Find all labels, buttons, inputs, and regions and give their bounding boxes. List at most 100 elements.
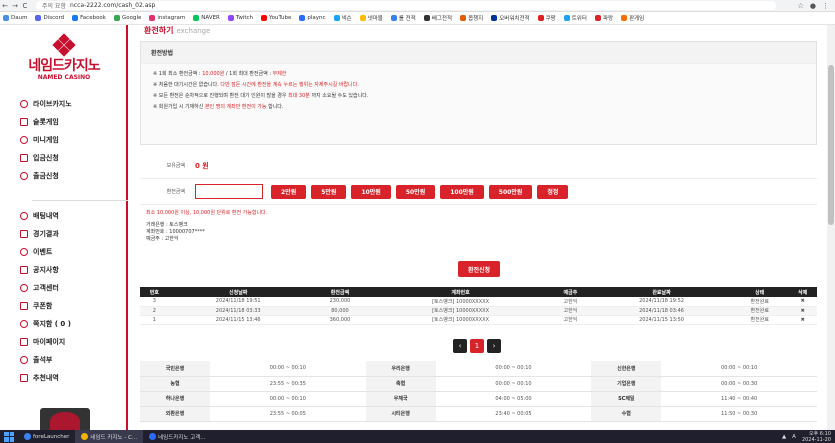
clock-date: 2024-11-20 <box>801 436 831 443</box>
sidebar-item[interactable]: 쪽지함 ( 0 ) <box>0 315 128 333</box>
address-bar[interactable]: 주의 요함 ncca-2222.com/cash_02.asp <box>36 1 776 10</box>
bank-name: 기업은행 <box>591 376 662 392</box>
forward-button[interactable]: → <box>10 2 20 10</box>
maintenance-time: 00:00 ~ 00:10 <box>210 361 366 377</box>
bookmark-item[interactable]: 쿠팡 <box>537 14 556 22</box>
table-cell: 3 <box>140 297 169 307</box>
back-button[interactable]: ← <box>0 2 10 10</box>
amount-chip-button[interactable]: 2만원 <box>271 184 307 199</box>
sidebar-item[interactable]: 슬롯게임 <box>0 113 128 131</box>
star-icon[interactable]: ☆ <box>798 2 804 10</box>
sidebar-item[interactable]: 배팅내역 <box>0 207 128 225</box>
sidebar-item[interactable]: 공지사항 <box>0 261 128 279</box>
page-1-button[interactable]: 1 <box>470 339 484 353</box>
bookmark-item[interactable]: Facebook <box>72 15 106 21</box>
ime-indicator[interactable]: A <box>792 434 796 440</box>
amount-input[interactable] <box>195 184 263 199</box>
promo-banner[interactable] <box>40 408 90 430</box>
bookmark-item[interactable]: 배그전적 <box>423 14 452 22</box>
method-box: 환전방법 ※ 1회 최소 환전금액 : 10,000원 / 1회 최대 환전금액… <box>140 41 817 145</box>
taskbar-app[interactable]: 네임드카지노 고객... <box>143 430 211 443</box>
sidebar-item[interactable]: 경기결과 <box>0 225 128 243</box>
bookmark-item[interactable]: 파랑 <box>594 14 614 22</box>
sidebar-item[interactable]: 고객센터 <box>0 279 128 297</box>
amount-chip-button[interactable]: 500만원 <box>488 184 533 199</box>
balance-label: 보유금액 <box>166 163 185 169</box>
taskbar: foreLauncher 네임드 카지노 - C... 네임드카지노 고객... ▲… <box>0 430 835 443</box>
bookmark-label: Facebook <box>80 15 106 21</box>
notice-text: ※ 1회 최소 환전금액 : <box>153 71 203 77</box>
sidebar-item[interactable]: 라이브카지노 <box>0 95 128 113</box>
sidebar-item-label: 출석부 <box>33 356 53 364</box>
next-page-button[interactable]: › <box>487 339 501 353</box>
scrollbar-thumb[interactable] <box>828 65 834 225</box>
bookmark-item[interactable]: Daum <box>3 15 27 21</box>
bookmark-item[interactable]: Discord <box>35 15 64 21</box>
bookmark-item[interactable]: plaync <box>299 15 326 21</box>
sidebar-item[interactable]: 출금신청 <box>0 167 128 185</box>
bookmark-item[interactable]: 옵챙지 <box>460 14 483 22</box>
pagination: ‹ 1 › <box>453 339 501 353</box>
notice-text: 까지 소요될 수도 있습니다. <box>309 93 369 99</box>
windows-start-icon[interactable] <box>4 431 14 442</box>
network-icon[interactable]: ▲ <box>782 434 786 440</box>
method-notice: ※ 1회 최소 환전금액 : 10,000원 / 1회 최대 환전금액 : 무제… <box>141 64 816 118</box>
amount-chip-button[interactable]: 50만원 <box>395 184 436 199</box>
bookmark-favicon-icon <box>621 15 628 21</box>
sidebar-item[interactable]: 이벤트 <box>0 243 128 261</box>
page-scrollbar[interactable] <box>827 25 835 430</box>
user-icon <box>20 338 28 346</box>
sidebar-item[interactable]: 미니게임 <box>0 131 128 149</box>
sidebar-item[interactable]: 추천내역 <box>0 369 128 387</box>
sidebar-item[interactable]: 입금신청 <box>0 149 128 167</box>
bookmark-item[interactable]: YouTube <box>261 15 291 21</box>
taskbar-app-label: 네임드 카지노 - C... <box>90 434 138 441</box>
taskbar-app[interactable]: foreLauncher <box>18 430 75 443</box>
bookmark-item[interactable]: 롤 전적 <box>390 14 416 22</box>
sidebar-item[interactable]: 마이페이지 <box>0 333 128 351</box>
amount-chip-button[interactable]: 10만원 <box>351 184 391 199</box>
gift-icon <box>20 248 28 256</box>
bookmark-label: 파랑 <box>602 16 614 22</box>
bookmark-item[interactable]: NAVER <box>193 15 220 21</box>
bookmark-item[interactable]: Google <box>113 15 142 21</box>
deposit-icon <box>20 154 28 162</box>
bank-row: 하나은행 00:00 ~ 00:10 우체국 04:00 ~ 05:00 SC제일 11:… <box>140 391 817 407</box>
page: 네임드카지노 NAMED CASINO 라이브카지노 슬롯게임 미니게임 입금신청 출금… <box>0 25 835 430</box>
sidebar-item-label: 쪽지함 ( 0 ) <box>33 320 71 328</box>
bookmark-item[interactable]: 넷마블 <box>359 14 383 22</box>
account-info: 거래은행 : 토스뱅크 계좌번호 : 10000707**** 예금주 : 고한… <box>146 222 205 243</box>
delete-icon[interactable]: ✖ <box>788 306 817 316</box>
notice-text: 본인 명의 계좌만 환전이 가능 <box>204 104 267 110</box>
bookmark-favicon-icon <box>3 15 9 21</box>
delete-icon[interactable]: ✖ <box>788 315 817 325</box>
amount-chip-button[interactable]: 5만원 <box>311 184 347 199</box>
sidebar-item[interactable]: 쿠폰함 <box>0 297 128 315</box>
bookmark-item[interactable]: instagram <box>149 15 185 21</box>
site-logo[interactable]: 네임드카지노 NAMED CASINO <box>22 33 106 87</box>
prev-page-button[interactable]: ‹ <box>453 339 467 353</box>
amount-chip-button[interactable]: 100만원 <box>440 184 484 199</box>
notice-line: ※ 모든 환전은 순차적으로 진행되며 환전 대기 인원이 많을 경우 최대 3… <box>153 91 804 102</box>
sidebar-item[interactable]: 출석부 <box>0 351 128 369</box>
table-cell: 2024/11/18 19:51 <box>168 297 308 307</box>
bank-name: 국민은행 <box>140 361 210 377</box>
profile-icon[interactable]: ● <box>810 2 816 10</box>
bookmark-item[interactable]: 판게임 <box>621 14 644 22</box>
security-warning[interactable]: 주의 요함 <box>42 1 66 10</box>
apply-exchange-button[interactable]: 환전신청 <box>458 261 500 277</box>
reload-button[interactable]: C <box>20 2 30 10</box>
bookmark-label: Google <box>121 15 142 21</box>
delete-icon[interactable]: ✖ <box>788 297 817 307</box>
bookmark-item[interactable]: Twitch <box>227 15 253 21</box>
bookmark-favicon-icon <box>227 15 234 21</box>
bookmark-item[interactable]: 넥슨 <box>333 14 352 22</box>
bookmark-favicon-icon <box>423 15 430 21</box>
menu-icon[interactable]: ⋮ <box>822 2 829 10</box>
bookmark-item[interactable]: 트위터 <box>563 14 587 22</box>
clock[interactable]: 오후 6:10 2024-11-20 <box>802 431 831 443</box>
amount-chip-button[interactable]: 정정 <box>537 184 569 199</box>
taskbar-app[interactable]: 네임드 카지노 - C... <box>75 430 144 443</box>
bookmark-item[interactable]: 오버워치전적 <box>491 14 530 22</box>
table-cell: 2 <box>140 306 169 316</box>
